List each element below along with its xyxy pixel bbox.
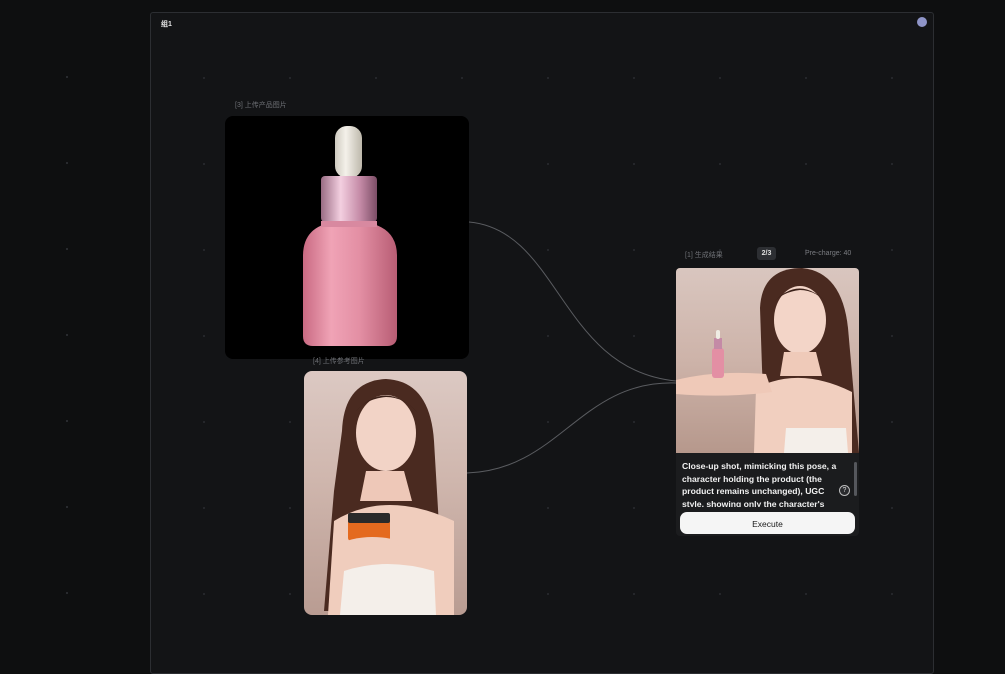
help-icon[interactable]: ?	[839, 485, 850, 496]
result-count-badge[interactable]: 2/3	[757, 247, 776, 260]
execute-button[interactable]: Execute	[680, 512, 855, 534]
generated-image[interactable]	[676, 268, 859, 453]
prompt-scrollbar[interactable]	[854, 462, 857, 496]
connector-product-to-result	[468, 221, 677, 382]
result-node[interactable]: Close-up shot, mimicking this pose, a ch…	[676, 268, 859, 536]
generated-portrait	[676, 268, 859, 453]
prompt-text[interactable]: Close-up shot, mimicking this pose, a ch…	[682, 460, 848, 507]
result-node-label: [1] 生成结果	[685, 252, 723, 259]
model-node-label: [4] 上传参考图片	[313, 358, 365, 365]
precharge-text: Pre-charge: 40	[805, 250, 852, 257]
product-image-node[interactable]	[225, 116, 469, 359]
connector-model-to-result	[466, 382, 677, 474]
model-portrait-image	[324, 379, 454, 615]
product-node-label: [3] 上传产品图片	[235, 102, 287, 109]
serum-bottle-image	[303, 126, 397, 346]
reference-image-node[interactable]	[304, 371, 467, 615]
